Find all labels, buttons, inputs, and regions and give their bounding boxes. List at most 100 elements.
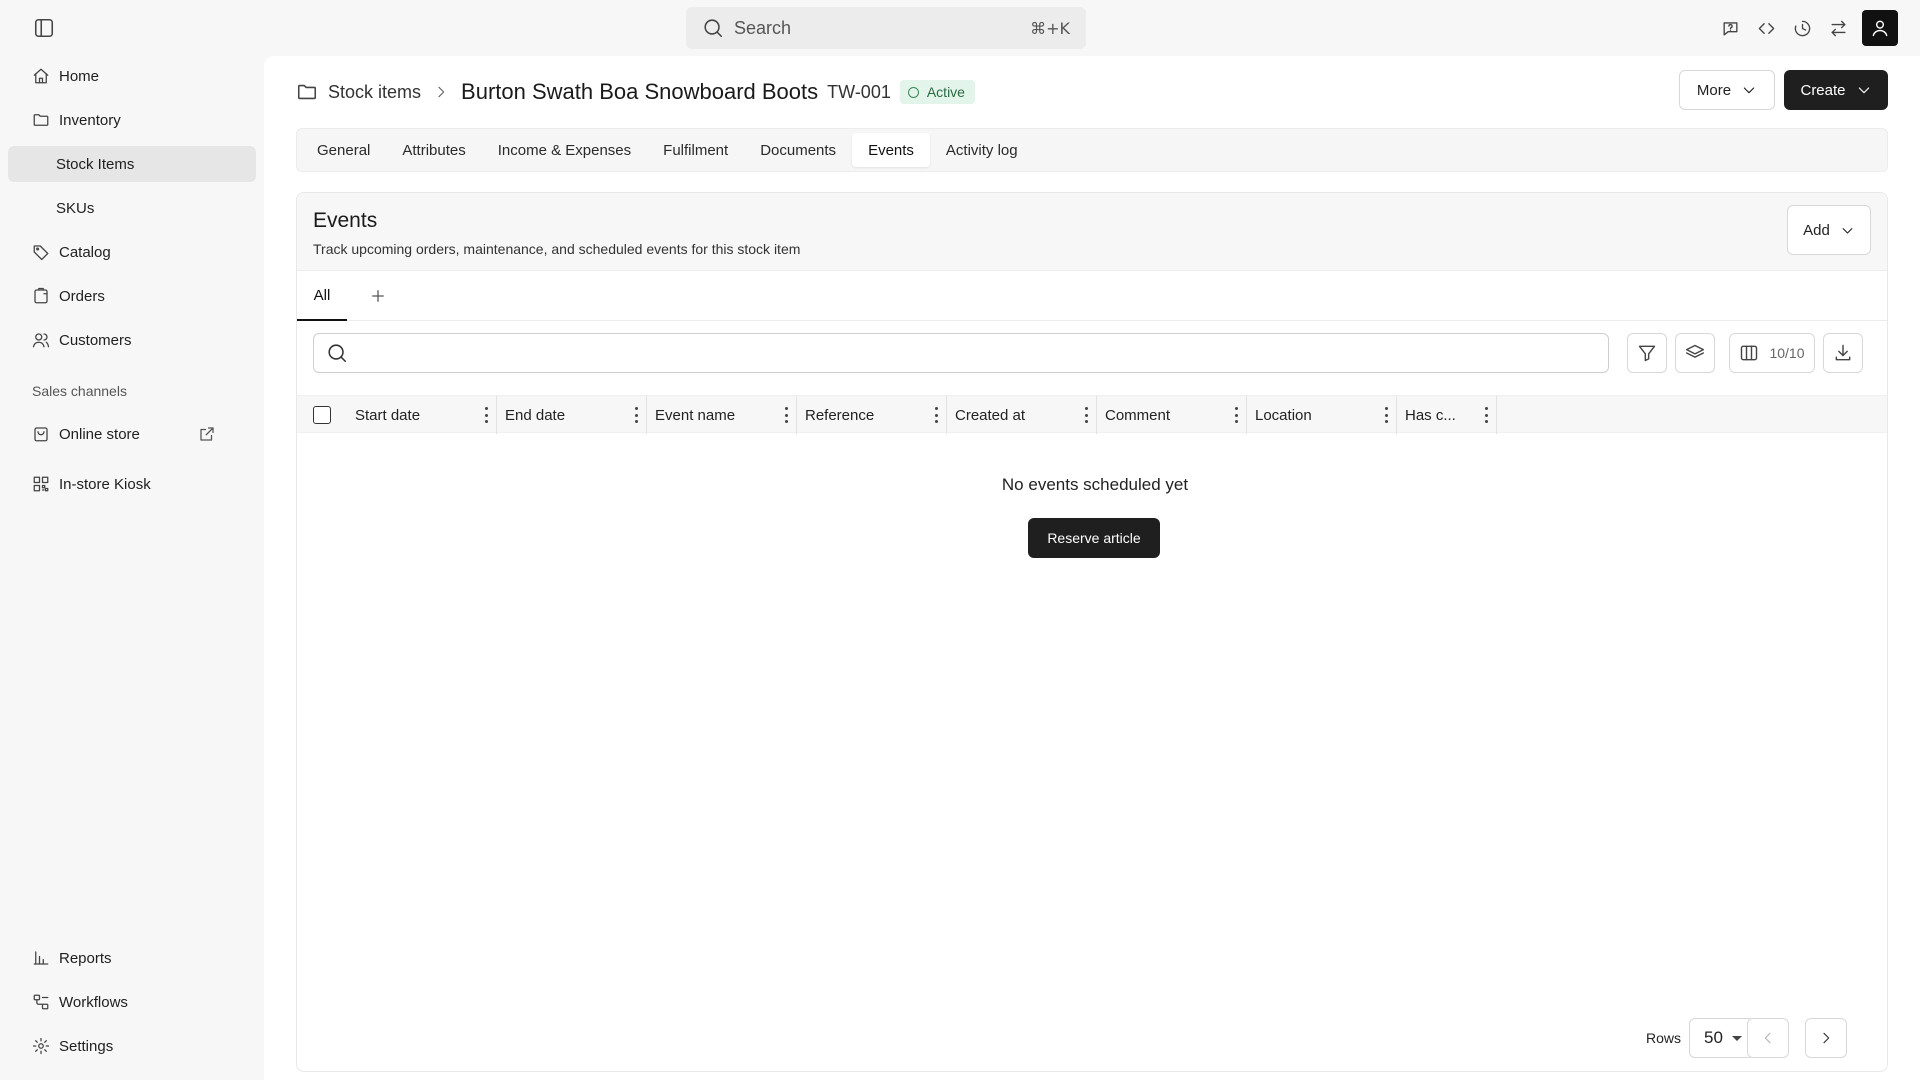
- sidebar-item-settings[interactable]: Settings: [8, 1028, 256, 1064]
- events-title: Events: [313, 209, 378, 232]
- column-menu-icon[interactable]: [1234, 407, 1238, 423]
- sidebar-item-customers[interactable]: Customers: [8, 322, 256, 358]
- column-header-reference[interactable]: Reference: [797, 396, 947, 434]
- sidebar-item-reports[interactable]: Reports: [8, 940, 256, 976]
- global-search[interactable]: Search ⌘+K: [686, 7, 1086, 49]
- external-link-icon[interactable]: [198, 425, 215, 442]
- sidebar-item-catalog[interactable]: Catalog: [8, 234, 256, 270]
- column-menu-icon[interactable]: [934, 407, 938, 423]
- caret-down-icon: [1732, 1036, 1743, 1041]
- record-tabs: General Attributes Income & Expenses Ful…: [296, 128, 1888, 172]
- more-button[interactable]: More: [1679, 70, 1775, 110]
- kiosk-icon: [32, 475, 50, 493]
- sidebar-item-label: Settings: [59, 1037, 114, 1055]
- tab-fulfilment[interactable]: Fulfilment: [647, 133, 744, 167]
- columns-count: 10/10: [1769, 345, 1805, 361]
- column-header-comment[interactable]: Comment: [1097, 396, 1247, 434]
- tab-events[interactable]: Events: [852, 133, 930, 167]
- tab-documents[interactable]: Documents: [744, 133, 852, 167]
- gear-icon: [32, 1037, 50, 1055]
- sidebar-item-label: Stock Items: [56, 155, 135, 173]
- chart-icon: [32, 949, 50, 967]
- tab-attributes[interactable]: Attributes: [386, 133, 481, 167]
- sidebar-item-online-store[interactable]: Online store: [8, 416, 256, 452]
- sidebar-item-inventory[interactable]: Inventory: [8, 102, 256, 138]
- column-menu-icon[interactable]: [1484, 407, 1488, 423]
- more-button-label: More: [1696, 81, 1732, 99]
- search-icon: [326, 342, 348, 364]
- create-button-label: Create: [1800, 81, 1846, 99]
- column-header-event-name[interactable]: Event name: [647, 396, 797, 434]
- chevron-left-icon: [1760, 1030, 1776, 1046]
- add-button-label: Add: [1803, 221, 1830, 239]
- group-button[interactable]: [1675, 333, 1715, 373]
- table-search: [313, 333, 1609, 373]
- column-menu-icon[interactable]: [784, 407, 788, 423]
- column-menu-icon[interactable]: [484, 407, 488, 423]
- column-header-has-comment[interactable]: Has c...: [1397, 396, 1497, 434]
- sidebar-toggle-icon[interactable]: [33, 17, 55, 39]
- chevron-right-icon: [433, 84, 449, 100]
- workflow-icon: [32, 993, 50, 1011]
- plus-icon[interactable]: [369, 287, 387, 305]
- sidebar-item-skus[interactable]: SKUs: [8, 190, 256, 226]
- sidebar-item-home[interactable]: Home: [8, 58, 256, 94]
- table-search-input[interactable]: [358, 334, 1608, 372]
- columns-button[interactable]: 10/10: [1729, 333, 1815, 373]
- tab-general[interactable]: General: [301, 133, 386, 167]
- reserve-article-button[interactable]: Reserve article: [1028, 518, 1160, 558]
- events-card: Events Track upcoming orders, maintenanc…: [296, 192, 1888, 1072]
- switch-icon[interactable]: [1820, 10, 1856, 46]
- column-header-start-date[interactable]: Start date: [347, 396, 497, 434]
- tag-icon: [32, 243, 50, 261]
- download-button[interactable]: [1823, 333, 1863, 373]
- add-button[interactable]: Add: [1787, 205, 1871, 255]
- rows-label: Rows: [1646, 1030, 1682, 1046]
- filter-button[interactable]: [1627, 333, 1667, 373]
- column-header-location[interactable]: Location: [1247, 396, 1397, 434]
- sidebar-item-in-store-kiosk[interactable]: In-store Kiosk: [8, 466, 256, 502]
- column-menu-icon[interactable]: [634, 407, 638, 423]
- column-menu-icon[interactable]: [1384, 407, 1388, 423]
- create-button[interactable]: Create: [1784, 70, 1888, 110]
- user-avatar[interactable]: [1862, 10, 1898, 46]
- view-tabs: All: [297, 271, 1887, 321]
- column-header-end-date[interactable]: End date: [497, 396, 647, 434]
- sidebar-item-label: SKUs: [56, 199, 95, 217]
- search-placeholder: Search: [734, 17, 792, 38]
- tab-income-expenses[interactable]: Income & Expenses: [482, 133, 647, 167]
- sidebar-item-label: Reports: [59, 949, 112, 967]
- sidebar-item-workflows[interactable]: Workflows: [8, 984, 256, 1020]
- code-icon[interactable]: [1748, 10, 1784, 46]
- column-header-label: Start date: [355, 406, 421, 424]
- tab-activity-log[interactable]: Activity log: [930, 133, 1034, 167]
- column-header-created-at[interactable]: Created at: [947, 396, 1097, 434]
- download-icon: [1833, 343, 1853, 363]
- sidebar-item-stock-items[interactable]: Stock Items: [8, 146, 256, 182]
- column-header-label: Reference: [805, 406, 875, 424]
- sidebar-item-orders[interactable]: Orders: [8, 278, 256, 314]
- breadcrumb: Stock items Burton Swath Boa Snowboard B…: [296, 74, 975, 110]
- previous-page-button[interactable]: [1747, 1018, 1789, 1058]
- help-icon[interactable]: [1712, 10, 1748, 46]
- page-title: Burton Swath Boa Snowboard Boots: [461, 79, 819, 104]
- rows-select[interactable]: 50: [1689, 1018, 1756, 1058]
- main-panel: Stock items Burton Swath Boa Snowboard B…: [264, 56, 1920, 1080]
- chevron-right-icon: [1818, 1030, 1834, 1046]
- column-menu-icon[interactable]: [1084, 407, 1088, 423]
- view-tab-all[interactable]: All: [297, 271, 347, 321]
- sidebar-item-label: In-store Kiosk: [59, 475, 151, 493]
- sidebar-section-sales-channels: Sales channels: [32, 383, 127, 399]
- history-icon[interactable]: [1784, 10, 1820, 46]
- column-header-label: Comment: [1105, 406, 1171, 424]
- select-all-checkbox[interactable]: [313, 406, 331, 424]
- columns-icon: [1739, 343, 1759, 363]
- empty-state-message: No events scheduled yet: [1001, 475, 1189, 494]
- next-page-button[interactable]: [1805, 1018, 1847, 1058]
- events-subtitle: Track upcoming orders, maintenance, and …: [313, 241, 801, 257]
- sidebar-item-label: Orders: [59, 287, 105, 305]
- breadcrumb-parent-link[interactable]: Stock items: [328, 82, 421, 103]
- orders-icon: [32, 287, 50, 305]
- folder-icon: [296, 81, 318, 103]
- status-badge: Active: [899, 80, 975, 104]
